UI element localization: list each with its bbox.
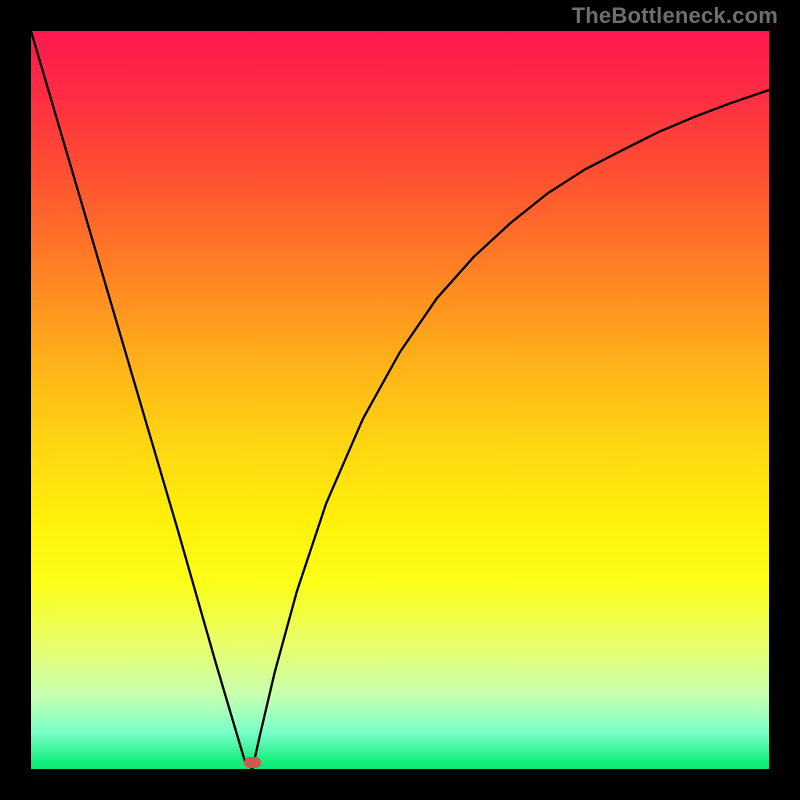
curve-left-branch (31, 31, 252, 769)
optimal-point-marker (244, 757, 261, 768)
chart-frame: TheBottleneck.com (0, 0, 800, 800)
watermark-text: TheBottleneck.com (572, 3, 778, 29)
plot-area (31, 31, 769, 769)
curve-right-branch (252, 90, 769, 769)
bottleneck-curve (31, 31, 769, 769)
